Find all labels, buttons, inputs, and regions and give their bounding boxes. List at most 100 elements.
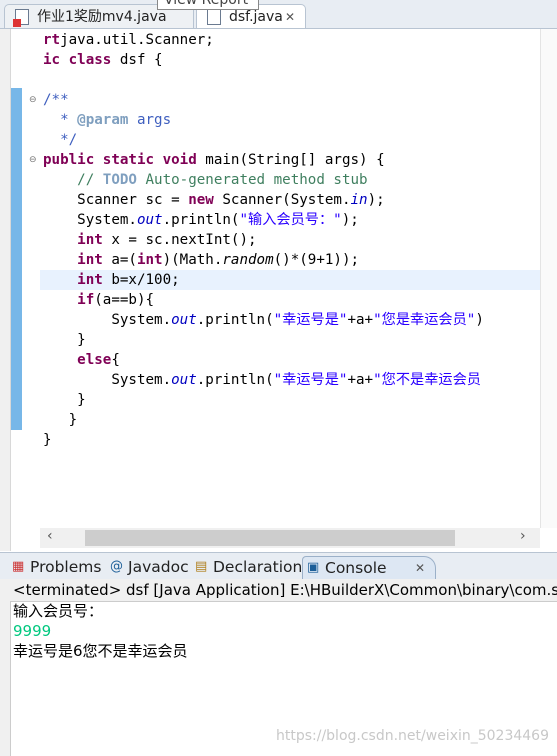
code-token: dsf { — [111, 52, 163, 68]
console-left-border — [0, 579, 11, 756]
code-token: "输入会员号：" — [239, 212, 342, 228]
scrollbar-thumb[interactable] — [85, 530, 455, 546]
code-token: .println( — [196, 372, 274, 388]
code-line: } — [43, 330, 484, 350]
code-text[interactable]: rtjava.util.Scanner; ic class dsf {/** * … — [43, 30, 484, 450]
tab-label: Declaration — [213, 558, 303, 576]
code-token: args — [128, 112, 172, 128]
code-token: ic class — [43, 52, 112, 68]
code-token: random — [222, 252, 274, 268]
change-marker — [11, 88, 22, 430]
console-icon: ▣ — [307, 560, 320, 575]
code-token: } — [43, 412, 78, 428]
tab-console[interactable]: ▣ Console ✕ — [302, 556, 436, 579]
close-icon[interactable]: ✕ — [415, 557, 425, 579]
tab-declaration[interactable]: ▤ Declaration — [191, 556, 302, 578]
fold-toggle-icon[interactable]: ⊖ — [29, 95, 39, 105]
code-token: "幸运号是" — [273, 312, 348, 328]
code-token: int — [43, 232, 103, 248]
tab-label: Javadoc — [128, 558, 189, 576]
code-token: "幸运号是" — [273, 372, 348, 388]
code-line: int b=x/100; — [43, 270, 484, 290]
code-token: x = sc.nextInt(); — [102, 232, 257, 248]
code-token: * — [43, 112, 78, 128]
code-token: { — [111, 352, 120, 368]
code-token: a=( — [102, 252, 137, 268]
code-token: ) — [475, 312, 484, 328]
code-line: } — [43, 430, 484, 450]
code-token: TODO — [102, 172, 137, 188]
left-ruler — [0, 29, 11, 551]
code-token: if — [43, 292, 95, 308]
error-icon — [13, 19, 21, 27]
code-token: */ — [43, 132, 78, 148]
code-token: } — [43, 332, 86, 348]
code-token: int — [136, 252, 163, 268]
overview-ruler — [540, 29, 557, 528]
code-line: else{ — [43, 350, 484, 370]
code-token: java.util.Scanner; — [60, 32, 214, 48]
tab-label: dsf.java — [229, 9, 283, 25]
code-token: ); — [367, 192, 385, 208]
code-token: ); — [341, 212, 359, 228]
code-line: int x = sc.nextInt(); — [43, 230, 484, 250]
code-line: /** — [43, 90, 484, 110]
code-token: (a==b){ — [94, 292, 155, 308]
tab-problems[interactable]: ▦ Problems — [8, 556, 101, 578]
code-token: int — [43, 252, 103, 268]
console-line: 9999 — [13, 622, 52, 640]
code-line: System.out.println("幸运号是"+a+"您不是幸运会员 — [43, 370, 484, 390]
editor-tab-bar: 作业1奖励mv4.java dsf.java ✕ — [0, 0, 557, 29]
declaration-icon: ▤ — [195, 559, 208, 574]
code-token: "您不是幸运会员 — [373, 372, 481, 388]
code-token: "您是幸运会员" — [373, 312, 476, 328]
console-header: <terminated> dsf [Java Application] E:\H… — [10, 579, 557, 602]
code-token: public static void — [43, 152, 197, 168]
code-token: main(String[] args) { — [196, 152, 385, 168]
tab-label: Console — [325, 559, 387, 577]
java-file-icon — [207, 9, 221, 25]
code-token: Scanner(System. — [213, 192, 351, 208]
code-token: System. — [43, 212, 137, 228]
scroll-left-icon[interactable]: ‹ — [47, 528, 53, 544]
tab-label: 作业1奖励mv4.java — [37, 9, 167, 25]
bottom-tab-bar: ▦ Problems @ Javadoc ▤ Declaration ▣ Console… — [0, 552, 557, 580]
code-line: * @param args — [43, 110, 484, 130]
console-line: 幸运号是6您不是幸运会员 — [13, 642, 188, 660]
code-token: int — [43, 272, 103, 288]
code-line: } — [43, 410, 484, 430]
code-token: Scanner sc = — [43, 192, 189, 208]
console-line: 输入会员号： — [13, 602, 104, 620]
code-token: System. — [43, 372, 172, 388]
code-token: in — [350, 192, 368, 208]
code-token: } — [43, 392, 86, 408]
code-token: +a+ — [347, 312, 374, 328]
console-output[interactable]: 输入会员号： 9999 幸运号是6您不是幸运会员 — [13, 601, 188, 661]
code-token: } — [43, 432, 52, 448]
code-line: int a=(int)(Math.random()*(9+1)); — [43, 250, 484, 270]
problems-icon: ▦ — [12, 559, 25, 574]
code-line: ic class dsf { — [43, 50, 484, 70]
code-line: if(a==b){ — [43, 290, 484, 310]
code-token: .println( — [196, 312, 274, 328]
code-token: Auto-generated method stub — [136, 172, 368, 188]
code-token: out — [136, 212, 163, 228]
code-token: rt — [43, 32, 61, 48]
code-token: +a+ — [347, 372, 374, 388]
code-token: )(Math. — [162, 252, 223, 268]
watermark: https://blog.csdn.net/weixin_50234469 — [275, 728, 549, 744]
fold-toggle-icon[interactable]: ⊖ — [29, 155, 39, 165]
code-line: // TODO Auto-generated method stub — [43, 170, 484, 190]
code-line: rtjava.util.Scanner; — [43, 30, 484, 50]
code-token: new — [188, 192, 214, 208]
close-icon[interactable]: ✕ — [285, 5, 295, 29]
code-line: } — [43, 390, 484, 410]
scroll-right-icon[interactable]: › — [520, 528, 526, 544]
code-line: System.out.println("输入会员号："); — [43, 210, 484, 230]
code-line: public static void main(String[] args) { — [43, 150, 484, 170]
tooltip: View Report — [157, 0, 259, 10]
code-line: Scanner sc = new Scanner(System.in); — [43, 190, 484, 210]
tab-javadoc[interactable]: @ Javadoc — [106, 556, 189, 578]
code-token: out — [171, 312, 197, 328]
